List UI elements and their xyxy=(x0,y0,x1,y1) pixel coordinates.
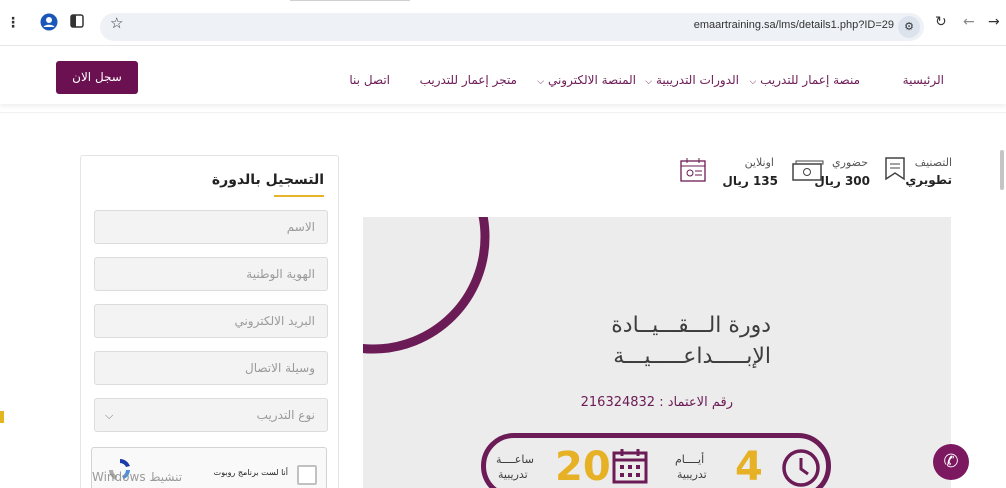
hours-number: 20 xyxy=(555,444,611,488)
reload-icon[interactable]: ↻ xyxy=(935,14,947,30)
nav-home[interactable]: الرئيسية xyxy=(903,73,944,87)
edge-marker xyxy=(0,411,4,423)
certificate-icon xyxy=(679,157,707,187)
days-word: أيــــام xyxy=(675,453,705,466)
online-label: اونلاين xyxy=(744,156,774,169)
scrollbar-thumb[interactable] xyxy=(1000,150,1004,190)
chevron-down-icon: ⌵ xyxy=(537,77,545,87)
form-title: التسجيل بالدورة xyxy=(211,172,324,188)
menu-dots-icon[interactable]: ⋮ xyxy=(6,15,20,31)
register-now-button[interactable]: سجل الان xyxy=(56,61,138,94)
star-icon[interactable]: ☆ xyxy=(110,14,123,32)
clock-icon xyxy=(781,448,821,488)
online-price: 135 ريال xyxy=(722,174,778,188)
course-banner: دورة الـــقـــيــادة الإبـــــداعـــــيـ… xyxy=(363,217,951,488)
contact-field[interactable]: وسيلة الاتصال xyxy=(94,351,328,385)
course-title-line2: الإبـــــداعـــــيـــة xyxy=(613,344,771,369)
attendance-price: 300 ريال xyxy=(814,174,870,188)
chevron-down-icon: ⌵ xyxy=(749,77,757,87)
chevron-down-icon: ⌵ xyxy=(105,409,114,422)
windows-activation-watermark: Windows تنشيط xyxy=(92,470,183,484)
sidebar-icon[interactable] xyxy=(70,14,84,32)
name-field[interactable]: الاسم xyxy=(94,210,328,244)
nav-emaar-platform[interactable]: منصة إعمار للتدريب ⌵ xyxy=(749,73,860,87)
attendance-label: حضوري xyxy=(832,156,868,169)
national-id-field[interactable]: الهوية الوطنية xyxy=(94,257,328,291)
tune-icon[interactable]: ⚙ xyxy=(898,16,920,38)
days-number: 4 xyxy=(735,444,763,488)
profile-icon[interactable] xyxy=(40,13,58,35)
url-text[interactable]: emaartraining.sa/lms/details1.php?ID=29 xyxy=(694,19,894,31)
captcha-checkbox[interactable] xyxy=(297,465,317,485)
calendar-icon xyxy=(611,447,649,488)
days-sub: تدريبية xyxy=(677,468,707,481)
training-type-select[interactable]: نوع التدريب ⌵ xyxy=(94,398,328,432)
nav-e-platform[interactable]: المنصة الالكتروني ⌵ xyxy=(537,73,636,87)
header-divider xyxy=(0,112,1006,113)
tab-edge xyxy=(290,0,410,5)
accreditation-number: رقم الاعتماد : 216324832 xyxy=(580,395,733,410)
forward-icon[interactable]: → xyxy=(988,14,1000,30)
hours-word: ساعــــة xyxy=(496,453,534,466)
registration-form: التسجيل بالدورة الاسم الهوية الوطنية الب… xyxy=(80,155,339,488)
bookmark-icon xyxy=(884,156,906,186)
hours-sub: تدريبية xyxy=(498,468,528,481)
course-title-line1: دورة الـــقـــيــادة xyxy=(611,313,771,338)
category-value: تطويري xyxy=(905,173,952,187)
category-label: التصنيف xyxy=(914,156,952,169)
whatsapp-icon[interactable]: ✆ xyxy=(933,444,969,480)
back-icon[interactable]: ← xyxy=(963,14,975,30)
title-underline xyxy=(274,195,324,197)
email-field[interactable]: البريد الالكتروني xyxy=(94,304,328,338)
captcha-label: أنا لست برنامج روبوت xyxy=(213,468,288,477)
nav-courses[interactable]: الدورات التدريبية ⌵ xyxy=(645,73,739,87)
training-type-value: نوع التدريب xyxy=(256,408,315,422)
nav-contact[interactable]: اتصل بنا xyxy=(349,73,390,87)
nav-store[interactable]: متجر إعمار للتدريب xyxy=(420,73,517,87)
browser-toolbar: ⋮ ☆ emaartraining.sa/lms/details1.php?ID… xyxy=(0,0,1006,46)
chevron-down-icon: ⌵ xyxy=(645,77,653,87)
